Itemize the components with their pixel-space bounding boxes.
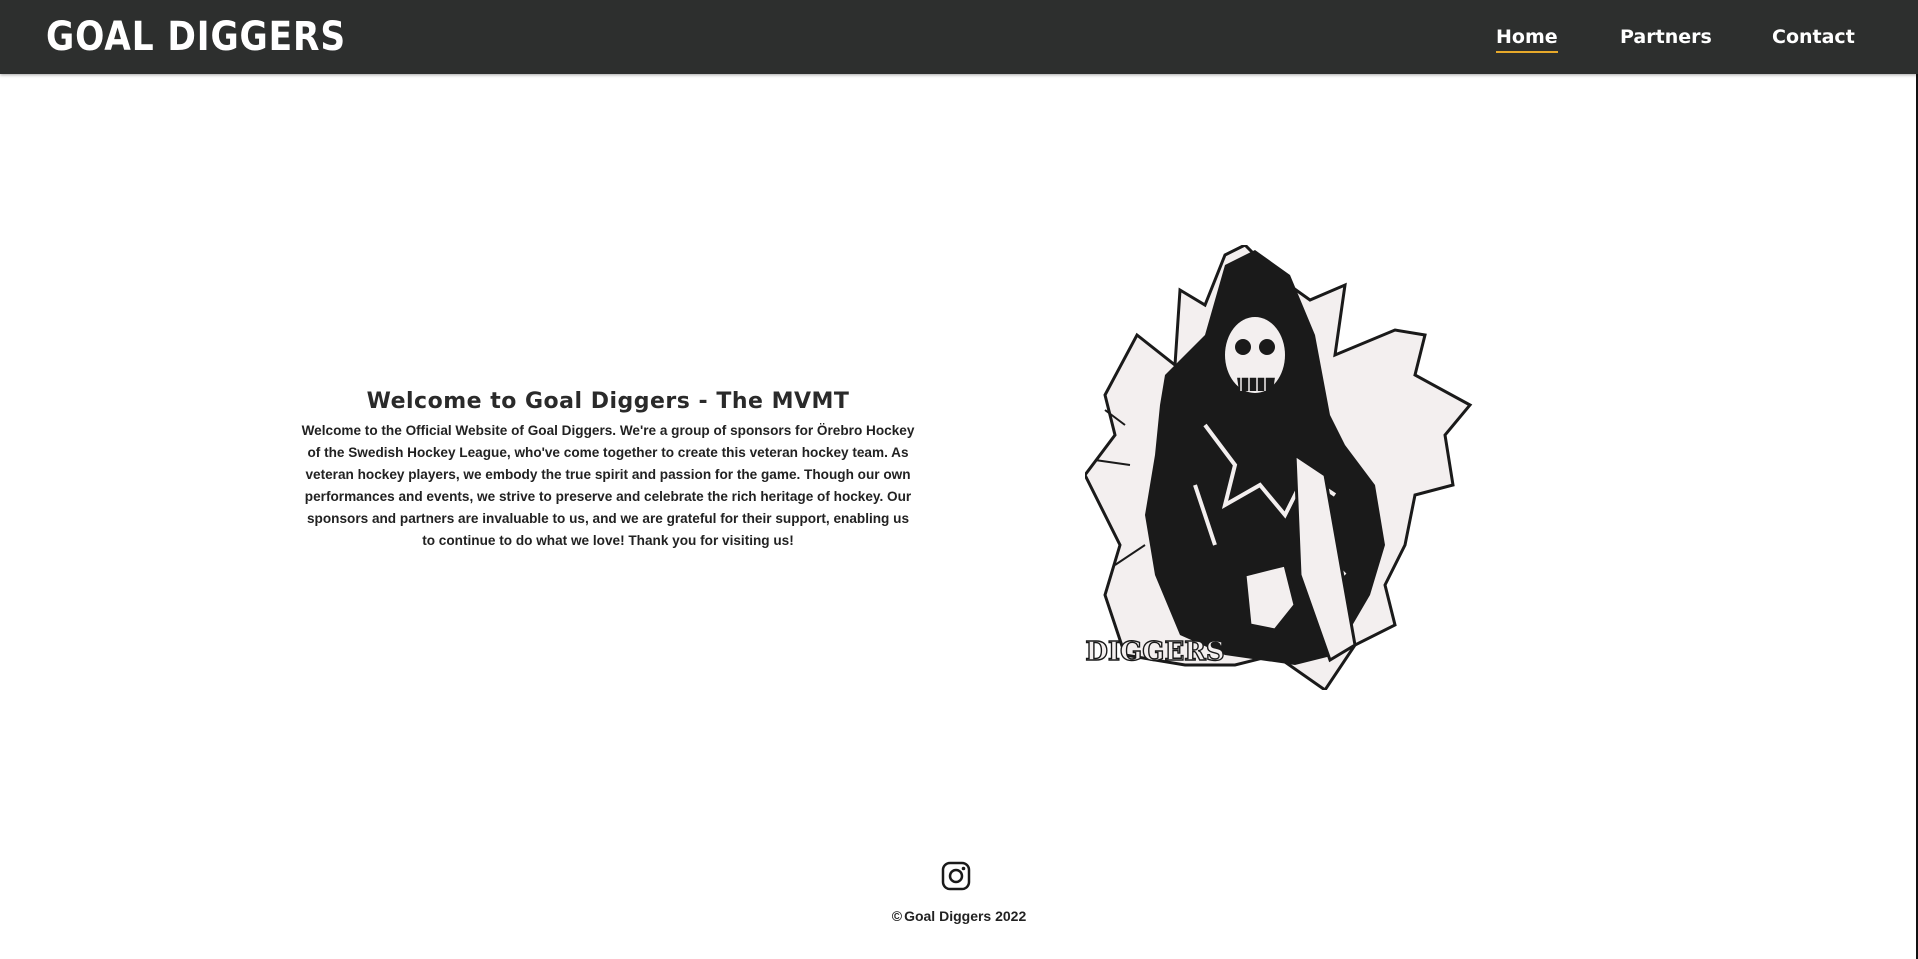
instagram-icon[interactable]: [941, 861, 971, 891]
copyright-icon: ©: [891, 908, 903, 924]
mascot-wordmark: DIGGERS: [1085, 637, 1224, 667]
intro-paragraph: Welcome to the Official Website of Goal …: [301, 423, 915, 548]
skull-eye-left: [1235, 339, 1251, 355]
navbar: GOAL DIGGERS Home Partners Contact: [0, 0, 1918, 74]
instagram-glyph: [941, 861, 971, 891]
nav-contact[interactable]: Contact: [1772, 24, 1855, 50]
nav-home[interactable]: Home: [1496, 24, 1558, 53]
intro-section: Welcome to Goal Diggers - The MVMT Welco…: [300, 388, 916, 552]
copyright-text: Goal Diggers 2022: [904, 908, 1027, 924]
skull-teeth: [1237, 377, 1275, 391]
copyright: © Goal Diggers 2022: [0, 908, 1918, 924]
page-title: Welcome to Goal Diggers - The MVMT: [366, 389, 850, 414]
grim-reaper-hockey-mascot: DIGGERS: [1085, 245, 1473, 690]
nav-partners[interactable]: Partners: [1620, 24, 1712, 50]
nav-links: Home Partners Contact: [0, 24, 1918, 54]
skull-eye-right: [1259, 339, 1275, 355]
